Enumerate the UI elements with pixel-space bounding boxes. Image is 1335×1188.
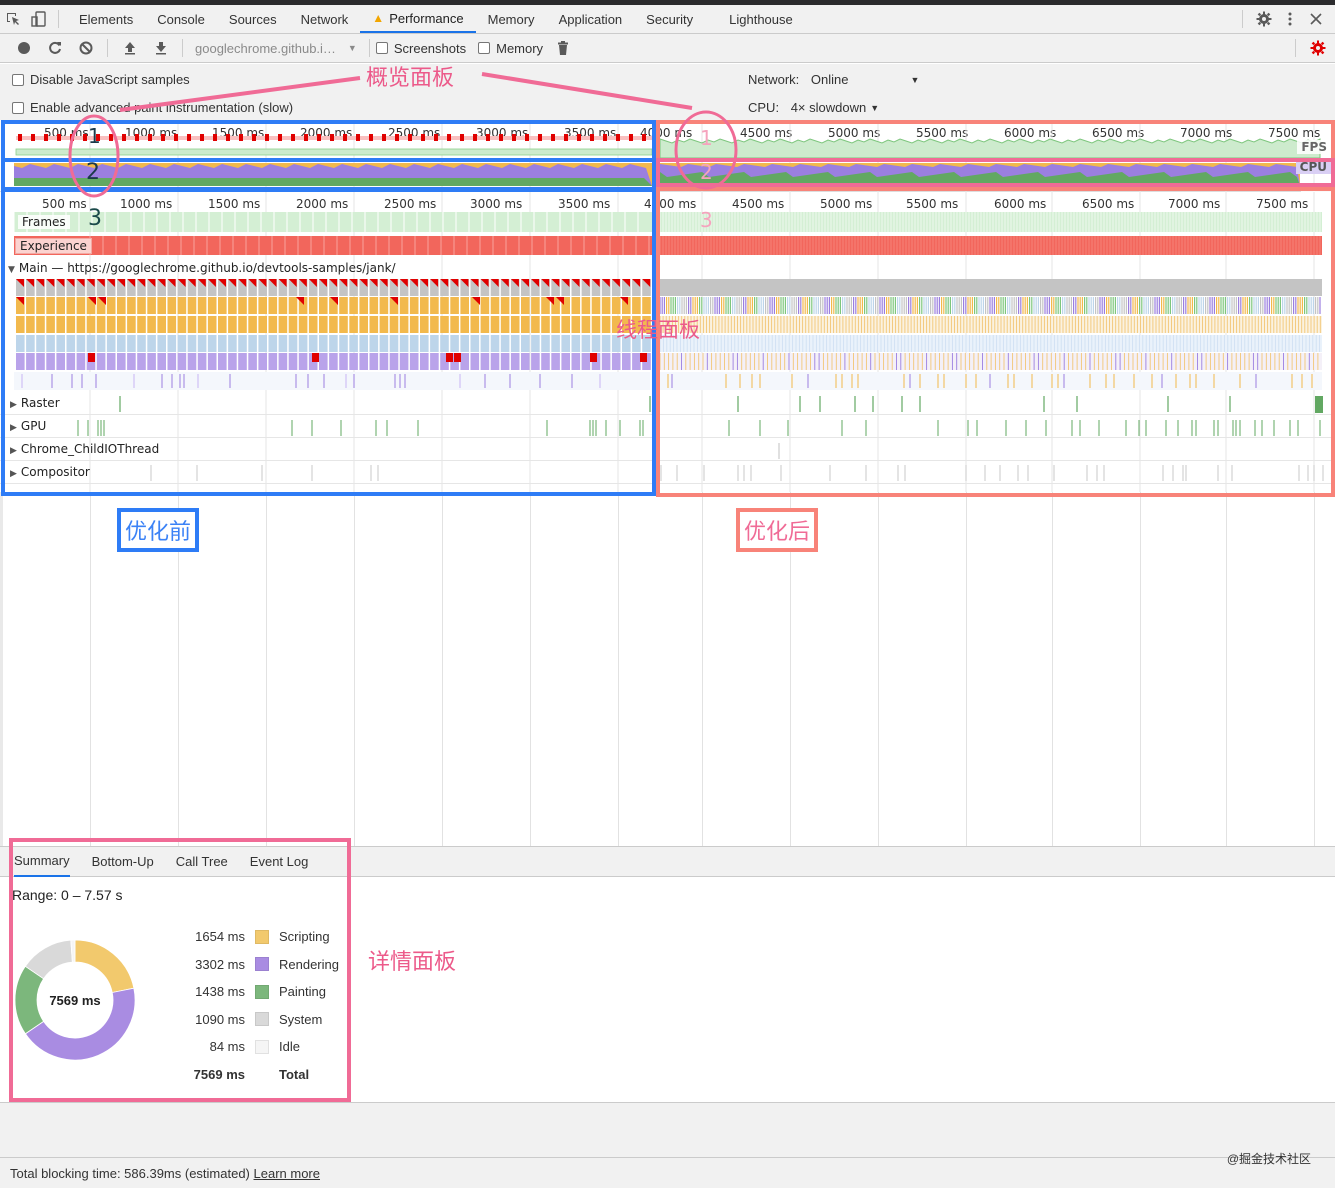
grid-line xyxy=(1140,492,1141,846)
settings-gear-icon[interactable] xyxy=(1251,5,1277,33)
timeline-empty-area xyxy=(0,492,1335,846)
performance-toolbar: googlechrome.github.i… ▼ Screenshots Mem… xyxy=(0,34,1335,63)
network-select-value: Online xyxy=(810,72,849,87)
tab-lighthouse[interactable]: Lighthouse xyxy=(717,5,805,33)
tab-network[interactable]: Network xyxy=(289,5,361,33)
checkbox-box[interactable] xyxy=(375,42,388,54)
tab-application[interactable]: Application xyxy=(547,5,635,33)
watermark: @掘金技术社区 xyxy=(1226,1152,1311,1166)
details-panel-annotation: 详情面板 xyxy=(368,950,457,975)
grid-line xyxy=(354,492,355,846)
before-label: 优化前 xyxy=(117,508,200,552)
chevron-down-icon: ▼ xyxy=(870,102,880,113)
advanced-paint-checkbox[interactable]: Enable advanced paint instrumentation (s… xyxy=(12,100,293,115)
warning-icon: ▲ xyxy=(372,11,385,25)
tab-sources[interactable]: Sources xyxy=(217,5,289,33)
screenshots-checkbox[interactable]: Screenshots xyxy=(375,40,467,56)
device-toolbar-icon[interactable] xyxy=(26,5,52,33)
marker-3-right: 3 xyxy=(700,208,713,232)
grid-line xyxy=(530,492,531,846)
toolbar-separator xyxy=(368,39,370,57)
profile-select-value: googlechrome.github.i… xyxy=(195,40,336,56)
devtools-tab-bar: Elements Console Sources Network ▲ Perfo… xyxy=(0,5,1335,34)
load-profile-button[interactable] xyxy=(114,34,145,62)
grid-line xyxy=(266,492,267,846)
capture-settings-pane: Disable JavaScript samples Enable advanc… xyxy=(0,64,1335,120)
tab-performance-label: Performance xyxy=(389,10,464,26)
record-button[interactable] xyxy=(8,34,39,62)
inspect-element-icon[interactable] xyxy=(0,5,26,33)
after-timeline-box xyxy=(656,187,1335,497)
chevron-down-icon: ▼ xyxy=(347,43,357,53)
cpu-label: CPU: xyxy=(748,100,780,115)
after-cpu-box xyxy=(656,158,1335,187)
checkbox-box[interactable] xyxy=(12,101,24,114)
marker-1-left: 1 xyxy=(88,124,101,148)
grid-line xyxy=(966,492,967,846)
network-select[interactable]: Online ▼ xyxy=(811,72,920,87)
cpu-select[interactable]: 4× slowdown ▼ xyxy=(791,100,879,115)
checkbox-box[interactable] xyxy=(478,42,491,54)
more-options-icon[interactable] xyxy=(1277,5,1303,33)
cpu-throttle: CPU: 4× slowdown ▼ xyxy=(748,100,879,115)
learn-more-link[interactable]: Learn more xyxy=(254,1166,320,1181)
reload-record-button[interactable] xyxy=(39,34,70,62)
tab-memory[interactable]: Memory xyxy=(476,5,547,33)
checkbox-box[interactable] xyxy=(12,73,24,86)
disable-js-samples-checkbox[interactable]: Disable JavaScript samples xyxy=(12,72,190,87)
marker-1-right: 1 xyxy=(700,126,713,150)
overview-panel-annotation: 概览面板 xyxy=(366,66,455,91)
grid-line xyxy=(618,492,619,846)
grid-line xyxy=(90,492,91,846)
status-bar: Total blocking time: 586.39ms (estimated… xyxy=(0,1158,1335,1188)
tab-separator xyxy=(1242,10,1243,28)
tab-elements[interactable]: Elements xyxy=(67,5,145,33)
marker-2-left: 2 xyxy=(86,160,100,185)
disable-js-samples-label: Disable JavaScript samples xyxy=(30,72,190,87)
tab-separator xyxy=(58,10,59,28)
profile-select[interactable]: googlechrome.github.i… ▼ xyxy=(189,41,363,56)
memory-checkbox[interactable]: Memory xyxy=(478,41,543,56)
toolbar-separator xyxy=(107,39,108,57)
clear-button[interactable] xyxy=(70,34,101,62)
garbage-collect-button[interactable] xyxy=(547,34,578,62)
memory-label: Memory xyxy=(496,40,544,56)
tab-console[interactable]: Console xyxy=(145,5,217,33)
tab-security[interactable]: Security xyxy=(634,5,705,33)
network-throttle: Network: Online ▼ xyxy=(748,72,919,87)
after-overview-box xyxy=(656,120,1335,162)
details-empty-area xyxy=(0,1102,1335,1158)
marker-2-right: 2 xyxy=(700,160,713,184)
before-timeline-box xyxy=(1,187,656,496)
network-label: Network: xyxy=(748,72,800,87)
cpu-select-value: 4× slowdown xyxy=(790,100,867,115)
details-annotation-box xyxy=(9,838,351,1102)
grid-line xyxy=(1226,492,1227,846)
after-label: 优化后 xyxy=(736,508,819,552)
close-icon[interactable] xyxy=(1303,5,1329,33)
tab-performance[interactable]: ▲ Performance xyxy=(360,5,476,33)
advanced-paint-label: Enable advanced paint instrumentation (s… xyxy=(30,100,294,115)
grid-line xyxy=(702,492,703,846)
grid-line xyxy=(1052,492,1053,846)
chevron-down-icon: ▼ xyxy=(910,74,920,85)
marker-3-left: 3 xyxy=(88,206,102,231)
grid-line xyxy=(878,492,879,846)
toolbar-separator xyxy=(1295,39,1296,57)
total-blocking-time: Total blocking time: 586.39ms (estimated… xyxy=(10,1166,250,1181)
capture-settings-icon[interactable] xyxy=(1302,34,1333,62)
toolbar-separator xyxy=(182,39,183,57)
grid-line xyxy=(442,492,443,846)
save-profile-button[interactable] xyxy=(145,34,176,62)
thread-panel-annotation: 线程面板 xyxy=(616,318,700,342)
grid-line xyxy=(1314,492,1315,846)
screenshots-label: Screenshots xyxy=(393,40,467,56)
